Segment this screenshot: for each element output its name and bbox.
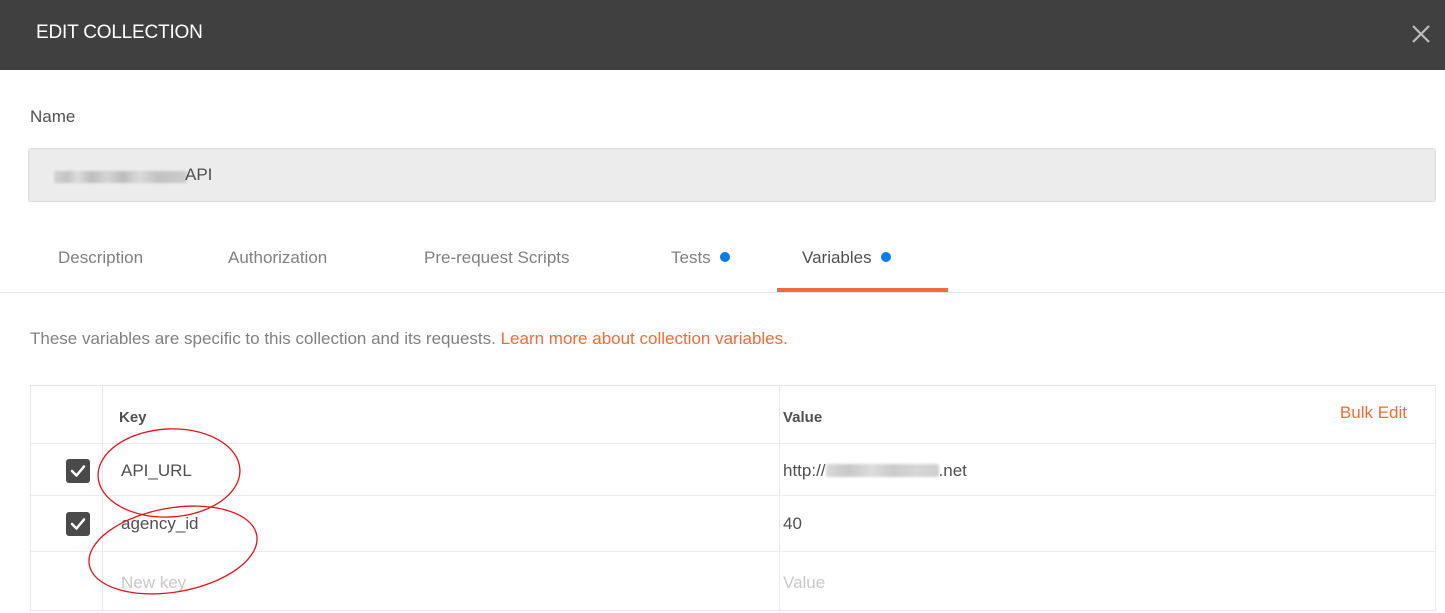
collection-name-value: API (185, 165, 213, 184)
dialog-titlebar: EDIT COLLECTION (0, 0, 1445, 70)
redacted-text (825, 464, 939, 477)
tests-indicator-dot (719, 252, 730, 262)
new-variable-row: New key Value (31, 552, 1435, 610)
variable-key-cell[interactable]: API_URL (121, 461, 192, 481)
value-prefix: http:// (783, 461, 826, 480)
tab-tests[interactable]: Tests (671, 248, 730, 268)
collection-tabs: Description Authorization Pre-request Sc… (0, 233, 1445, 293)
tab-variables[interactable]: Variables (802, 248, 891, 268)
new-value-input[interactable]: Value (783, 573, 825, 593)
tab-pre-request-scripts[interactable]: Pre-request Scripts (424, 248, 570, 268)
table-row: agency_id 40 (31, 496, 1435, 552)
table-row: API_URL http:// .net (31, 444, 1435, 496)
learn-more-link[interactable]: Learn more about collection variables. (501, 329, 788, 348)
info-text: These variables are specific to this col… (30, 329, 501, 348)
checkbox-checked-icon[interactable] (66, 512, 90, 536)
active-tab-underline (777, 288, 948, 292)
variable-value-cell[interactable]: 40 (783, 514, 802, 534)
variables-indicator-dot (880, 252, 891, 262)
variables-info: These variables are specific to this col… (30, 329, 788, 349)
dialog-title: EDIT COLLECTION (36, 22, 203, 43)
variables-table: Key Value Bulk Edit API_URL http://.net … (30, 385, 1436, 611)
tab-tests-label: Tests (671, 248, 711, 267)
bulk-edit-button[interactable]: Bulk Edit (1340, 403, 1407, 423)
tab-description[interactable]: Description (58, 248, 143, 268)
value-suffix: .net (938, 461, 967, 480)
redacted-text (54, 171, 187, 183)
tab-authorization[interactable]: Authorization (228, 248, 327, 268)
variable-key-cell[interactable]: agency_id (121, 514, 199, 534)
key-column-header: Key (119, 409, 147, 426)
value-column-header: Value (783, 409, 823, 426)
checkbox-checked-icon[interactable] (66, 459, 90, 483)
close-icon[interactable] (1401, 14, 1441, 54)
variable-value-cell[interactable]: http:// .net (783, 461, 967, 481)
new-key-input[interactable]: New key (121, 573, 186, 593)
collection-name-input[interactable]: API (28, 148, 1436, 202)
tab-variables-label: Variables (802, 248, 872, 267)
name-label: Name (30, 107, 76, 126)
table-header-row: Key Value Bulk Edit (31, 386, 1435, 444)
